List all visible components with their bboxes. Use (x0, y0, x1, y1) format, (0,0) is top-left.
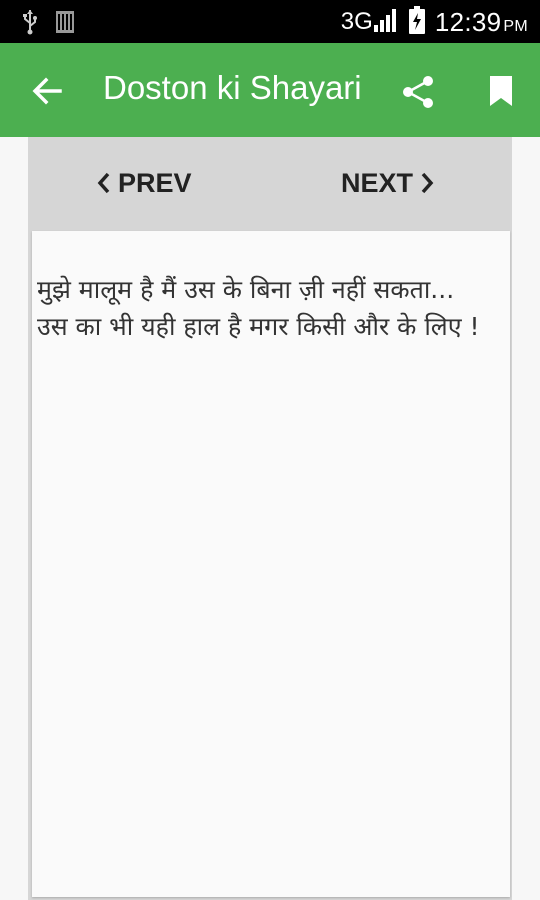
app-bar: Doston ki Shayari (0, 43, 540, 137)
status-bar-right: 3G 12:39 PM (341, 6, 528, 38)
back-button[interactable] (30, 73, 66, 109)
share-icon (403, 76, 433, 108)
usb-icon (22, 9, 38, 39)
bookmark-icon (490, 76, 512, 106)
shayari-card: PREV NEXT मुझे मालूम है मैं उस के बिना ज… (28, 137, 512, 900)
network-type: 3G (340, 8, 373, 35)
share-button[interactable] (400, 73, 438, 111)
left-margin (0, 137, 28, 900)
pagination-bar: PREV NEXT (28, 137, 512, 229)
shayari-text: मुझे मालूम है मैं उस के बिना ज़ी नहीं सक… (37, 275, 480, 341)
clock-time: 12:39 (434, 6, 502, 37)
next-label: NEXT (341, 167, 414, 198)
sim-card-icon (56, 11, 74, 37)
battery-charging-icon (408, 6, 425, 38)
prev-label: PREV (118, 167, 192, 198)
status-bar-left (22, 9, 74, 39)
next-button[interactable]: NEXT (341, 165, 435, 201)
page-title: Doston ki Shayari (103, 69, 362, 106)
clock: 12:39 PM (435, 7, 528, 38)
right-margin (512, 137, 540, 900)
clock-ampm: PM (503, 17, 528, 35)
arrow-back-icon (32, 77, 62, 105)
shayari-content: मुझे मालूम है मैं उस के बिना ज़ी नहीं सक… (32, 231, 510, 897)
status-bar: 3G 12:39 PM (0, 0, 540, 43)
prev-button[interactable]: PREV (96, 165, 192, 201)
chevron-left-icon (97, 172, 110, 194)
bookmark-button[interactable] (486, 75, 516, 107)
chevron-right-icon (421, 172, 434, 194)
signal-icon (373, 7, 399, 37)
